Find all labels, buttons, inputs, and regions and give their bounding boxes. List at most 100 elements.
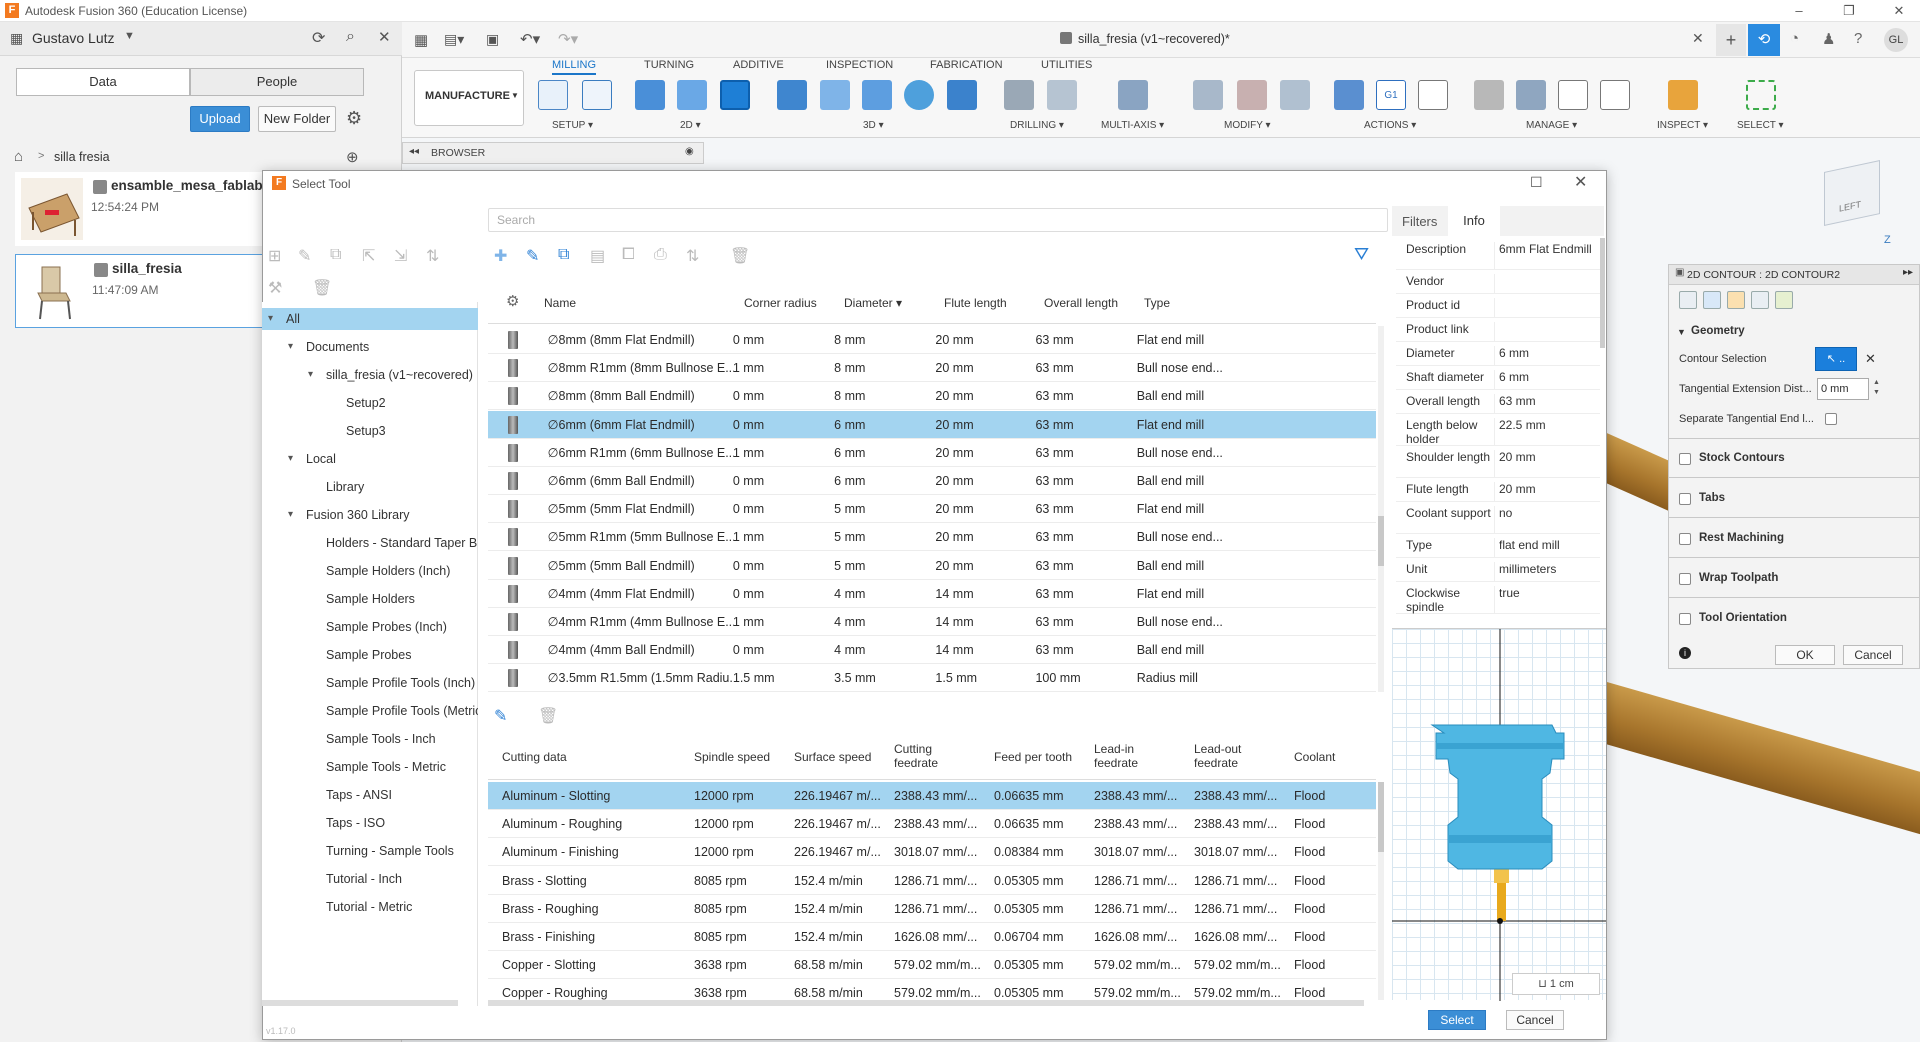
group-modify[interactable]: MODIFY ▾ (1224, 120, 1271, 131)
search-input[interactable]: Search (488, 208, 1388, 232)
breadcrumb[interactable]: silla fresia (54, 150, 110, 164)
simulate-icon[interactable] (1334, 80, 1364, 110)
measure-icon[interactable] (1668, 80, 1698, 110)
template-library-icon[interactable] (1600, 80, 1630, 110)
col-flute-length[interactable]: Flute length (944, 296, 1007, 310)
close-panel-icon[interactable]: ✕ (378, 28, 391, 46)
renumber-icon[interactable]: ⇅ (426, 246, 439, 266)
scrollbar-thumb[interactable] (1378, 516, 1384, 566)
search-icon[interactable]: ⌕ (346, 28, 355, 46)
tool-orientation-checkbox[interactable] (1679, 613, 1691, 625)
browser-toggle-icon[interactable]: ◉ (685, 146, 694, 157)
tool-tab-icon[interactable] (1679, 291, 1697, 309)
cutting-data-row[interactable]: Brass - Slotting 8085 rpm 152.4 m/min 1286.… (488, 867, 1376, 895)
expand-arrow-icon[interactable]: ▾ (288, 336, 293, 358)
renumber-tool-icon[interactable]: ⇅ (686, 246, 699, 266)
tree-node[interactable]: Setup2 (262, 392, 478, 414)
select-window-icon[interactable] (1746, 80, 1776, 110)
info-scrollbar[interactable] (1600, 238, 1605, 348)
close-window-button[interactable]: ✕ (1882, 0, 1916, 22)
col-corner-radius[interactable]: Corner radius (744, 296, 817, 310)
gear-icon[interactable]: ⚙ (346, 108, 362, 129)
copy-library-icon[interactable]: ⧉ (330, 246, 341, 264)
collapse-icon[interactable]: ◂◂ (409, 146, 419, 157)
new-folder-button[interactable]: New Folder (258, 106, 336, 132)
tree-node[interactable]: Taps - ANSI (262, 784, 478, 806)
cutting-data-row[interactable]: Aluminum - Roughing 12000 rpm 226.19467 m/… (488, 810, 1376, 839)
tree-node[interactable]: Setup3 (262, 420, 478, 442)
app-grid-icon[interactable]: ▦ (414, 31, 428, 49)
edit-preset-icon[interactable]: ✎ (494, 706, 507, 726)
tab-additive[interactable]: ADDITIVE (733, 59, 784, 71)
tab-data[interactable]: Data (16, 68, 190, 96)
col-diameter[interactable]: Diameter ▾ (844, 296, 902, 310)
tool-row[interactable]: ∅4mm (4mm Flat Endmill) 0 mm 4 mm 14 mm 63 m… (488, 580, 1376, 608)
close-tab-icon[interactable]: ✕ (1692, 30, 1704, 47)
2d-pocket-icon[interactable] (677, 80, 707, 110)
tree-node[interactable]: Sample Holders (262, 588, 478, 610)
cutting-data-row[interactable]: Copper - Slotting 3638 rpm 68.58 m/min 579.… (488, 951, 1376, 980)
tab-utilities[interactable]: UTILITIES (1041, 59, 1092, 71)
group-drilling[interactable]: DRILLING ▾ (1010, 120, 1064, 131)
contour-selection-button[interactable]: ↖ .. (1815, 347, 1857, 371)
document-tab-title[interactable]: silla_fresia (v1~recovered)* (1078, 32, 1230, 46)
tree-node[interactable]: Turning - Sample Tools (262, 840, 478, 862)
job-status-icon[interactable]: ◔ (1790, 30, 1799, 47)
workspace-switcher[interactable]: MANUFACTURE ▼ (414, 70, 524, 126)
expand-arrow-icon[interactable]: ▾ (268, 308, 273, 330)
tool-row[interactable]: ∅4mm (4mm Ball Endmill) 0 mm 4 mm 14 mm 63 m… (488, 636, 1376, 665)
user-name[interactable]: Gustavo Lutz (32, 30, 115, 46)
edit-library-icon[interactable]: ✎ (298, 246, 311, 266)
import-library-icon[interactable]: ⇲ (394, 246, 407, 266)
tool-row[interactable]: ∅4mm R1mm (4mm Bullnose E... 1 mm 4 mm 14 m… (488, 608, 1376, 636)
cutting-data-row[interactable]: Brass - Roughing 8085 rpm 152.4 m/min 1286.… (488, 895, 1376, 923)
chevron-down-icon[interactable]: ▼ (124, 30, 135, 42)
tree-node[interactable]: Sample Holders (Inch) (262, 560, 478, 582)
tree-node[interactable]: Sample Profile Tools (Inch) (262, 672, 478, 694)
tool-row[interactable]: ∅5mm R1mm (5mm Bullnose E... 1 mm 5 mm 20 m… (488, 523, 1376, 552)
modify-move-icon[interactable] (1280, 80, 1310, 110)
edit-tool-icon[interactable]: ✎ (526, 246, 539, 266)
tree-node[interactable]: Sample Tools - Metric (262, 756, 478, 778)
tree-node[interactable]: Tutorial - Metric (262, 896, 478, 918)
stepper-icon[interactable]: ▲ ▼ (1873, 378, 1880, 398)
passes-tab-icon[interactable] (1751, 291, 1769, 309)
refresh-icon[interactable]: ⟳ (312, 28, 325, 48)
group-setup[interactable]: SETUP ▾ (552, 120, 593, 131)
col-name[interactable]: Name (544, 296, 576, 310)
browser-bar[interactable]: ◂◂ BROWSER ◉ (402, 142, 704, 164)
maximize-button[interactable]: ❐ (1832, 0, 1866, 22)
separate-tangential-checkbox[interactable] (1825, 413, 1837, 425)
expand-arrow-icon[interactable]: ▾ (288, 504, 293, 526)
globe-icon[interactable]: ⊕ (346, 148, 359, 166)
col-overall-length[interactable]: Overall length (1044, 296, 1118, 310)
grid-menu-icon[interactable]: ▦ (10, 30, 26, 46)
col-spindle-speed[interactable]: Spindle speed (694, 750, 770, 764)
group-inspect[interactable]: INSPECT ▾ (1657, 120, 1708, 131)
tool-row[interactable]: ∅5mm (5mm Flat Endmill) 0 mm 5 mm 20 mm 63 m… (488, 495, 1376, 524)
heights-tab-icon[interactable] (1727, 291, 1745, 309)
col-lead-in-feedrate[interactable]: Lead-in feedrate (1094, 742, 1164, 770)
dialog-maximize-button[interactable]: ☐ (1530, 174, 1543, 191)
cutting-data-row[interactable]: Brass - Finishing 8085 rpm 152.4 m/min 1626… (488, 923, 1376, 951)
notification-icon[interactable]: ♟ (1822, 30, 1835, 48)
duplicate-tool-icon[interactable]: ⧠ (622, 246, 635, 264)
setup-sheet-icon[interactable] (582, 80, 612, 110)
3d-pocket-icon[interactable] (820, 80, 850, 110)
tool-row[interactable]: ∅6mm (6mm Flat Endmill) 0 mm 6 mm 20 mm 63 m… (488, 410, 1376, 439)
ok-button[interactable]: OK (1775, 645, 1835, 665)
tree-node[interactable]: ▾ Documents (262, 336, 478, 358)
group-2d[interactable]: 2D ▾ (680, 120, 701, 131)
filter-clear-icon[interactable]: ⛛ (1354, 244, 1369, 265)
tab-inspection[interactable]: INSPECTION (826, 59, 893, 71)
stock-contours-checkbox[interactable] (1679, 453, 1691, 465)
tangential-extension-input[interactable]: 0 mm (1817, 378, 1869, 400)
tool-library-icon[interactable] (1474, 80, 1504, 110)
expand-icon[interactable]: ▸▸ (1903, 267, 1913, 278)
extensions-icon[interactable]: ⟲ (1748, 24, 1780, 56)
scrollbar-thumb[interactable] (1378, 782, 1384, 852)
group-select[interactable]: SELECT ▾ (1737, 120, 1784, 131)
2d-contour-icon[interactable] (720, 80, 750, 110)
rest-machining-checkbox[interactable] (1679, 533, 1691, 545)
cutting-data-row[interactable]: Aluminum - Finishing 12000 rpm 226.19467 m… (488, 838, 1376, 867)
